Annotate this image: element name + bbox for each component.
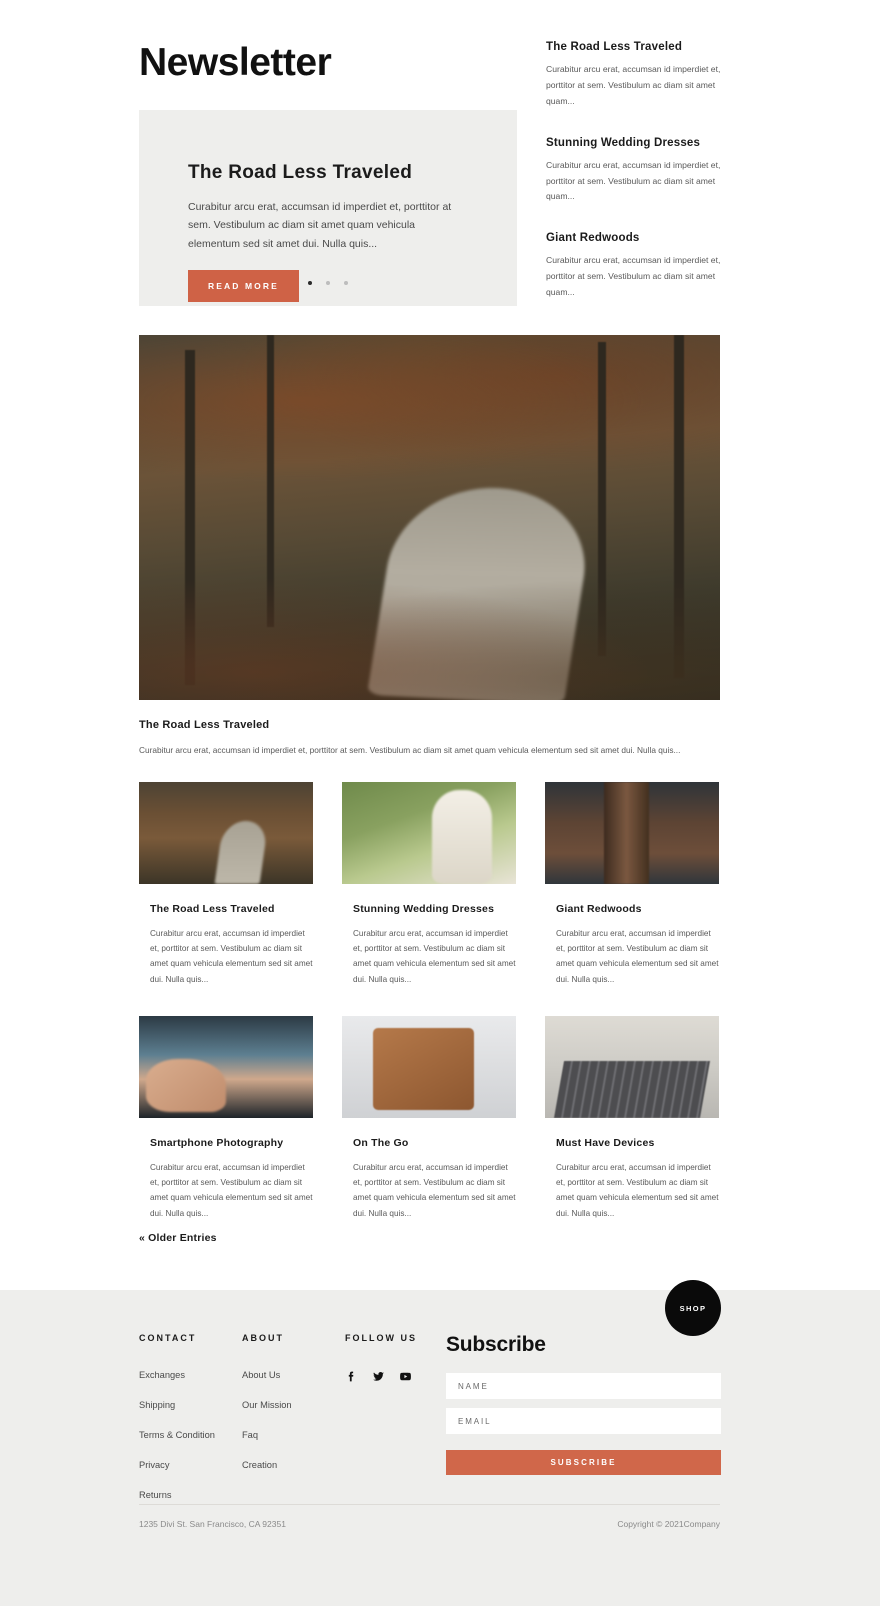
slider-dot-2[interactable] [326,281,330,285]
teaser-excerpt: Curabitur arcu erat, accumsan id imperdi… [546,159,721,202]
featured-excerpt: Curabitur arcu erat, accumsan id imperdi… [139,745,681,755]
footer-link-terms[interactable]: Terms & Condition [139,1430,242,1440]
post-card-excerpt: Curabitur arcu erat, accumsan id imperdi… [150,929,313,984]
footer-address: 1235 Divi St. San Francisco, CA 92351 [139,1519,286,1529]
facebook-icon[interactable] [345,1370,358,1383]
post-card[interactable]: Smartphone Photography Curabitur arcu er… [139,1016,313,1221]
footer-link-returns[interactable]: Returns [139,1490,242,1500]
youtube-icon[interactable] [399,1370,412,1383]
shop-badge-button[interactable]: SHOP [665,1280,721,1336]
footer-heading-follow: FOLLOW US [345,1333,417,1343]
footer-link-privacy[interactable]: Privacy [139,1460,242,1470]
post-card[interactable]: On The Go Curabitur arcu erat, accumsan … [342,1016,516,1221]
subscribe-name-input[interactable] [446,1373,721,1399]
featured-image-canopy [139,335,720,500]
teaser-item[interactable]: Giant Redwoods Curabitur arcu erat, accu… [546,232,732,301]
post-grid-row-2: Smartphone Photography Curabitur arcu er… [139,1016,720,1221]
featured-post: The Road Less Traveled Curabitur arcu er… [139,335,720,757]
footer-link-shipping[interactable]: Shipping [139,1400,242,1410]
footer-link-creation[interactable]: Creation [242,1460,345,1470]
teaser-title[interactable]: Giant Redwoods [546,232,732,244]
page-title: Newsletter [139,41,332,84]
teaser-item[interactable]: The Road Less Traveled Curabitur arcu er… [546,41,732,110]
post-card[interactable]: The Road Less Traveled Curabitur arcu er… [139,782,313,987]
post-card-title[interactable]: Giant Redwoods [545,903,719,915]
post-card-image[interactable] [139,1016,313,1118]
teaser-title[interactable]: Stunning Wedding Dresses [546,137,732,149]
footer-column-contact: CONTACT Exchanges Shipping Terms & Condi… [139,1333,242,1520]
footer-link-faq[interactable]: Faq [242,1430,345,1440]
footer-heading-contact: CONTACT [139,1333,197,1343]
newsletter-page: Newsletter The Road Less Traveled Curabi… [0,0,880,1606]
post-card-excerpt: Curabitur arcu erat, accumsan id imperdi… [556,929,719,984]
post-card-image[interactable] [342,782,516,884]
twitter-icon[interactable] [372,1370,385,1383]
post-card-excerpt: Curabitur arcu erat, accumsan id imperdi… [556,1163,719,1218]
post-card-excerpt: Curabitur arcu erat, accumsan id imperdi… [353,1163,516,1218]
post-card-title[interactable]: The Road Less Traveled [139,903,313,915]
slider-dot-1[interactable] [307,281,312,285]
slider-dots[interactable] [139,272,517,290]
slider-dot-3[interactable] [344,281,349,285]
post-card-image[interactable] [139,782,313,884]
featured-title[interactable]: The Road Less Traveled [139,719,720,731]
hero-excerpt: Curabitur arcu erat, accumsan id imperdi… [188,201,452,250]
post-card-excerpt: Curabitur arcu erat, accumsan id imperdi… [150,1163,313,1218]
post-card[interactable]: Stunning Wedding Dresses Curabitur arcu … [342,782,516,987]
footer-copyright: Copyright © 2021Company [617,1519,720,1529]
featured-image[interactable] [139,335,720,700]
teaser-excerpt: Curabitur arcu erat, accumsan id imperdi… [546,255,721,298]
subscribe-email-input[interactable] [446,1408,721,1434]
hero-slider: The Road Less Traveled Curabitur arcu er… [139,110,517,306]
post-card-title[interactable]: On The Go [342,1137,516,1149]
footer-link-about-us[interactable]: About Us [242,1370,345,1380]
subscribe-title: Subscribe [446,1333,546,1356]
footer-heading-about: ABOUT [242,1333,284,1343]
post-card-image[interactable] [545,1016,719,1118]
sidebar-teaser-list: The Road Less Traveled Curabitur arcu er… [546,41,732,328]
older-entries-link[interactable]: « Older Entries [139,1232,217,1244]
social-links [345,1370,448,1383]
post-grid-row-1: The Road Less Traveled Curabitur arcu er… [139,782,720,987]
post-card-image[interactable] [545,782,719,884]
footer-link-exchanges[interactable]: Exchanges [139,1370,242,1380]
footer-bottom-bar: 1235 Divi St. San Francisco, CA 92351 Co… [139,1504,720,1529]
post-card-title[interactable]: Smartphone Photography [139,1137,313,1149]
subscribe-form: Subscribe SUBSCRIBE [446,1333,721,1475]
subscribe-button[interactable]: SUBSCRIBE [446,1450,721,1475]
site-footer: SHOP CONTACT Exchanges Shipping Terms & … [0,1280,880,1606]
post-card[interactable]: Must Have Devices Curabitur arcu erat, a… [545,1016,719,1221]
teaser-title[interactable]: The Road Less Traveled [546,41,732,53]
footer-column-about: ABOUT About Us Our Mission Faq Creation [242,1333,345,1520]
teaser-item[interactable]: Stunning Wedding Dresses Curabitur arcu … [546,137,732,206]
post-card[interactable]: Giant Redwoods Curabitur arcu erat, accu… [545,782,719,987]
teaser-excerpt: Curabitur arcu erat, accumsan id imperdi… [546,64,721,106]
post-card-title[interactable]: Stunning Wedding Dresses [342,903,516,915]
post-card-excerpt: Curabitur arcu erat, accumsan id imperdi… [353,929,516,984]
footer-link-our-mission[interactable]: Our Mission [242,1400,345,1410]
featured-image-floor [139,561,720,700]
footer-column-follow: FOLLOW US [345,1333,448,1520]
post-card-title[interactable]: Must Have Devices [545,1137,719,1149]
footer-columns: CONTACT Exchanges Shipping Terms & Condi… [139,1333,448,1520]
post-card-image[interactable] [342,1016,516,1118]
hero-title: The Road Less Traveled [188,162,413,183]
